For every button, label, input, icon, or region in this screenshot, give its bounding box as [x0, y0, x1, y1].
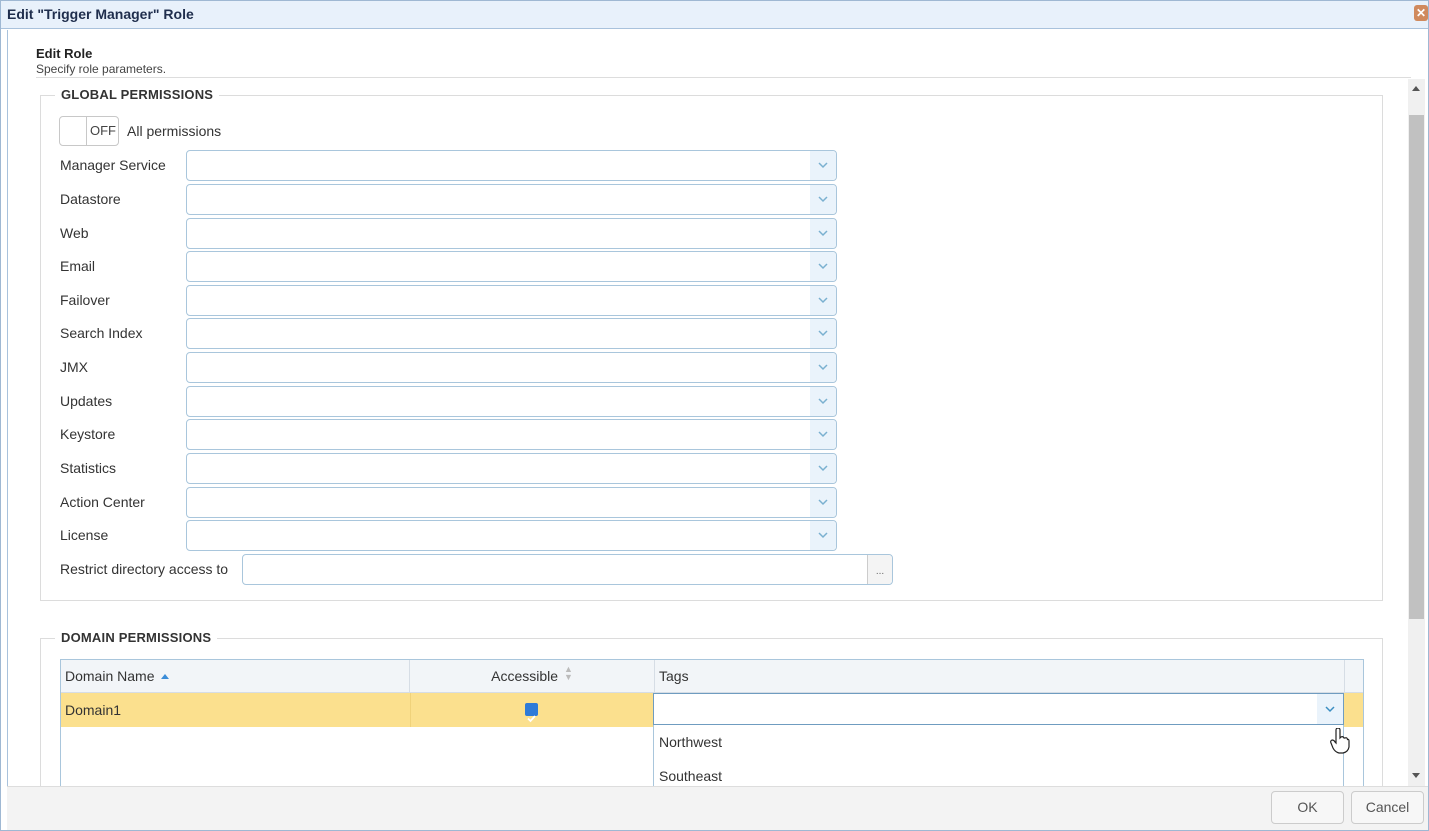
accessible-cell [410, 693, 655, 727]
close-icon[interactable]: ✕ [1414, 5, 1428, 21]
dropdown-button[interactable] [810, 286, 836, 315]
chevron-down-icon [818, 465, 828, 472]
permission-select-manager-service[interactable] [186, 150, 837, 181]
dropdown-button[interactable] [810, 252, 836, 281]
scrollbar-thumb[interactable] [1409, 115, 1424, 619]
permission-label-datastore: Datastore [60, 191, 121, 207]
dropdown-button[interactable] [810, 420, 836, 449]
chevron-down-icon [818, 196, 828, 203]
permission-label-action-center: Action Center [60, 494, 145, 510]
vertical-scrollbar[interactable] [1408, 79, 1425, 786]
chevron-down-icon [818, 499, 828, 506]
dialog-title: Edit "Trigger Manager" Role [7, 6, 194, 22]
permission-label-search-index: Search Index [60, 325, 143, 341]
dropdown-button[interactable] [810, 387, 836, 416]
domain-permissions-legend: DOMAIN PERMISSIONS [55, 630, 218, 645]
accessible-checkbox[interactable] [525, 703, 538, 723]
browse-button[interactable]: ... [867, 555, 892, 584]
ok-button[interactable]: OK [1271, 791, 1344, 824]
dropdown-button[interactable] [810, 454, 836, 483]
section-header: Edit Role Specify role parameters. [36, 46, 166, 76]
dropdown-button[interactable] [810, 488, 836, 517]
all-permissions-label: All permissions [127, 123, 222, 139]
permission-label-statistics: Statistics [60, 460, 117, 476]
tags-dropdown-button[interactable] [1317, 694, 1343, 724]
permission-label-manager-service: Manager Service [60, 157, 166, 173]
toggle-knob[interactable] [60, 117, 87, 145]
chevron-down-icon [818, 330, 828, 337]
section-subtitle: Specify role parameters. [36, 62, 167, 76]
column-label: Domain Name [65, 668, 155, 684]
permission-label-jmx: JMX [60, 359, 88, 375]
dropdown-button[interactable] [810, 353, 836, 382]
permission-select-web[interactable] [186, 218, 837, 249]
chevron-down-icon [818, 263, 828, 270]
table-header: Domain Name Accessible ▲ ▼ Tags [61, 660, 1363, 693]
permission-select-updates[interactable] [186, 386, 837, 417]
permission-select-action-center[interactable] [186, 487, 837, 518]
permission-select-jmx[interactable] [186, 352, 837, 383]
dropdown-button[interactable] [810, 521, 836, 550]
section-title: Edit Role [36, 46, 93, 61]
all-permissions-toggle[interactable]: OFF [59, 116, 119, 146]
chevron-down-icon [818, 431, 828, 438]
column-label: Accessible [491, 668, 559, 684]
title-bar: Edit "Trigger Manager" Role ✕ [1, 1, 1428, 29]
scroll-up-icon[interactable] [1412, 86, 1420, 91]
permission-select-email[interactable] [186, 251, 837, 282]
permission-select-license[interactable] [186, 520, 837, 551]
permission-select-keystore[interactable] [186, 419, 837, 450]
restrict-directory-label: Restrict directory access to [60, 561, 229, 577]
chevron-down-icon [818, 162, 828, 169]
dropdown-option-southeast[interactable]: Southeast [659, 768, 722, 784]
scroll-down-icon[interactable] [1412, 773, 1420, 778]
column-label: Tags [659, 668, 689, 684]
sort-icon: ▲ ▼ [563, 664, 573, 682]
permission-label-keystore: Keystore [60, 426, 116, 442]
chevron-down-icon [818, 230, 828, 237]
permission-label-license: License [60, 527, 109, 543]
divider [36, 77, 1411, 78]
hand-cursor-icon [1330, 727, 1350, 757]
sort-ascending-icon [161, 674, 170, 679]
column-header-tags[interactable]: Tags [655, 660, 1345, 693]
chevron-down-icon [1325, 706, 1335, 713]
global-permissions-legend: GLOBAL PERMISSIONS [55, 87, 220, 102]
dialog-content: Edit Role Specify role parameters. GLOBA… [7, 30, 1414, 786]
tags-dropdown-list: Northwest Southeast [653, 725, 1344, 786]
permission-select-datastore[interactable] [186, 184, 837, 215]
permission-label-email: Email [60, 258, 96, 274]
toggle-state: OFF [90, 123, 116, 138]
chevron-down-icon [818, 398, 828, 405]
permission-select-statistics[interactable] [186, 453, 837, 484]
dropdown-button[interactable] [810, 219, 836, 248]
column-header-domain-name[interactable]: Domain Name [61, 660, 410, 693]
permission-label-failover: Failover [60, 292, 110, 308]
dropdown-button[interactable] [810, 185, 836, 214]
permission-select-failover[interactable] [186, 285, 837, 316]
dropdown-button[interactable] [810, 319, 836, 348]
chevron-down-icon [818, 532, 828, 539]
permission-label-updates: Updates [60, 393, 113, 409]
permission-label-web: Web [60, 225, 89, 241]
domain-name-cell: Domain1 [65, 702, 122, 718]
column-header-accessible[interactable]: Accessible ▲ ▼ [410, 660, 655, 693]
tags-combobox[interactable] [653, 693, 1344, 725]
permission-select-search-index[interactable] [186, 318, 837, 349]
restrict-directory-input[interactable]: ... [242, 554, 893, 585]
chevron-down-icon [818, 364, 828, 371]
dialog-footer: OK Cancel [7, 786, 1428, 830]
edit-role-dialog: Edit "Trigger Manager" Role ✕ Edit Role … [0, 0, 1429, 831]
cancel-button[interactable]: Cancel [1351, 791, 1424, 824]
dropdown-option-northwest[interactable]: Northwest [659, 734, 722, 750]
chevron-down-icon [818, 297, 828, 304]
dropdown-button[interactable] [810, 151, 836, 180]
